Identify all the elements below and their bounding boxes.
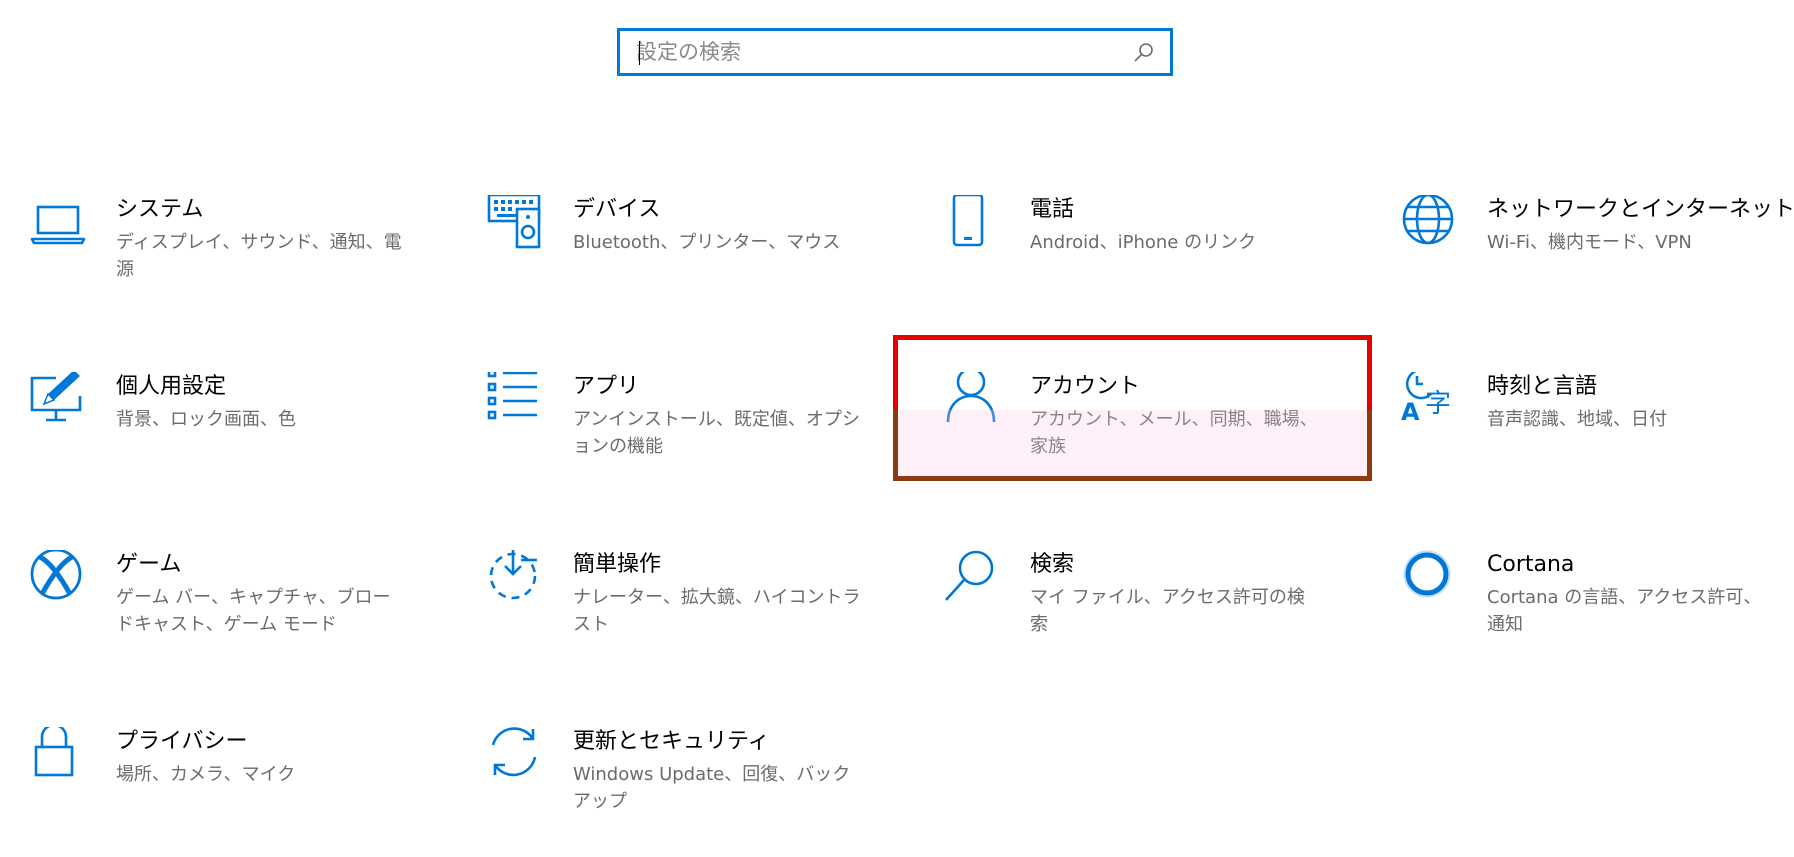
tile-title: アプリ	[573, 374, 640, 399]
magnifier-icon	[944, 550, 1004, 610]
tile-description: Wi-Fi、機内モード、VPN	[1487, 232, 1692, 253]
tile-accounts[interactable]: アカウント アカウント、メール、同期、職場、家族	[944, 372, 1384, 502]
apps-list-icon	[487, 372, 547, 432]
tile-title: 個人用設定	[116, 374, 227, 399]
tile-description: ナレーター、拡大鏡、ハイコントラスト	[573, 587, 861, 635]
xbox-icon	[30, 550, 90, 610]
svg-text:A: A	[1401, 398, 1420, 426]
tile-time-language[interactable]: A 字 時刻と言語 音声認識、地域、日付	[1401, 372, 1794, 502]
tile-title: システム	[116, 197, 204, 222]
tile-title: 検索	[1030, 552, 1075, 577]
tile-privacy[interactable]: プライバシー 場所、カメラ、マイク	[30, 727, 470, 857]
tile-personalization[interactable]: 個人用設定 背景、ロック画面、色	[30, 372, 470, 502]
tile-title: アカウント	[1030, 374, 1141, 399]
phone-icon	[944, 195, 1004, 255]
text-cursor	[639, 41, 640, 65]
tile-gaming[interactable]: ゲーム ゲーム バー、キャプチャ、ブロードキャスト、ゲーム モード	[30, 550, 470, 680]
update-arrows-icon	[487, 727, 547, 787]
tile-description: Android、iPhone のリンク	[1030, 232, 1257, 253]
search-input[interactable]	[636, 37, 1106, 67]
keyboard-speaker-icon	[487, 195, 547, 255]
tile-update-security[interactable]: 更新とセキュリティ Windows Update、回復、バックアップ	[487, 727, 927, 857]
pen-monitor-icon	[30, 372, 90, 432]
lock-icon	[30, 727, 90, 787]
svg-text:字: 字	[1425, 389, 1451, 419]
tile-description: Cortana の言語、アクセス許可、通知	[1487, 587, 1762, 635]
tile-title: 簡単操作	[573, 552, 662, 577]
settings-search-box[interactable]	[617, 28, 1173, 76]
tile-description: 背景、ロック画面、色	[116, 409, 296, 430]
globe-icon	[1401, 195, 1461, 255]
tile-network-internet[interactable]: ネットワークとインターネット Wi-Fi、機内モード、VPN	[1401, 195, 1794, 325]
tile-devices[interactable]: デバイス Bluetooth、プリンター、マウス	[487, 195, 927, 325]
tile-cortana[interactable]: Cortana Cortana の言語、アクセス許可、通知	[1401, 550, 1794, 680]
tile-description: アンインストール、既定値、オプションの機能	[573, 409, 860, 457]
search-icon[interactable]	[1132, 41, 1156, 65]
tile-title: ネットワークとインターネット	[1487, 197, 1794, 222]
tile-ease-of-access[interactable]: 簡単操作 ナレーター、拡大鏡、ハイコントラスト	[487, 550, 927, 680]
tile-description: アカウント、メール、同期、職場、家族	[1030, 409, 1318, 457]
tile-description: 音声認識、地域、日付	[1487, 409, 1667, 430]
tile-title: デバイス	[573, 197, 661, 222]
tile-title: プライバシー	[116, 729, 248, 754]
laptop-icon	[30, 195, 90, 255]
tile-title: Cortana	[1487, 552, 1575, 577]
tile-description: ゲーム バー、キャプチャ、ブロードキャスト、ゲーム モード	[116, 587, 391, 635]
tile-title: 更新とセキュリティ	[573, 729, 770, 754]
time-language-icon: A 字	[1401, 372, 1461, 432]
tile-description: ディスプレイ、サウンド、通知、電源	[116, 232, 402, 280]
ease-of-access-icon	[487, 550, 547, 610]
tile-description: Bluetooth、プリンター、マウス	[573, 232, 841, 253]
cortana-circle-icon	[1401, 550, 1461, 610]
tile-title: ゲーム	[116, 552, 182, 577]
tile-title: 電話	[1030, 197, 1075, 222]
tile-title: 時刻と言語	[1487, 374, 1598, 399]
tile-search[interactable]: 検索 マイ ファイル、アクセス許可の検索	[944, 550, 1384, 680]
tile-apps[interactable]: アプリ アンインストール、既定値、オプションの機能	[487, 372, 927, 502]
tile-description: Windows Update、回復、バックアップ	[573, 764, 851, 812]
tile-description: 場所、カメラ、マイク	[116, 764, 296, 785]
tile-description: マイ ファイル、アクセス許可の検索	[1030, 587, 1305, 635]
person-icon	[944, 372, 1004, 432]
tile-phone[interactable]: 電話 Android、iPhone のリンク	[944, 195, 1384, 325]
tile-system[interactable]: システム ディスプレイ、サウンド、通知、電源	[30, 195, 470, 325]
